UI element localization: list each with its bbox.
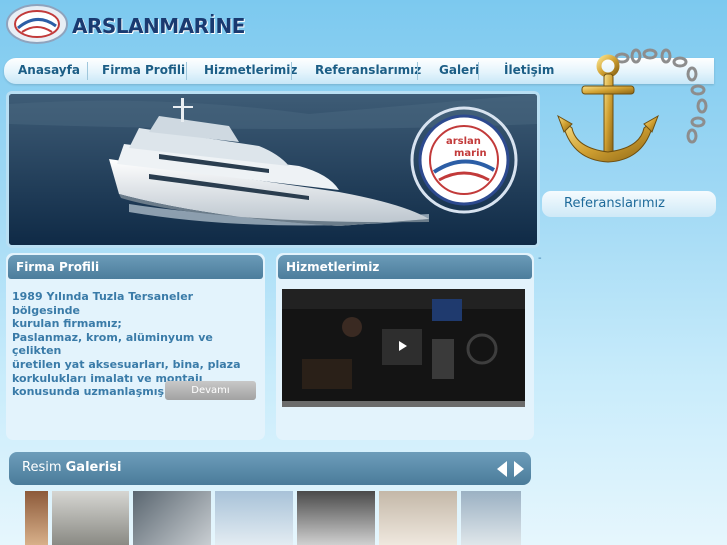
nav-item-firma-profili[interactable]: Firma Profili (102, 63, 185, 77)
hero-banner: arslan marin (6, 91, 540, 248)
hero-badge-bottom: marin (454, 148, 487, 159)
devami-button[interactable]: Devamı (165, 381, 256, 400)
gallery-thumb[interactable] (52, 491, 129, 545)
nav-item-anasayfa[interactable]: Anasayfa (18, 63, 80, 77)
gallery-thumb[interactable] (461, 491, 521, 545)
gallery-thumbnails (25, 491, 521, 545)
video-frame (282, 289, 525, 401)
nav-item-hizmetlerimiz[interactable]: Hizmetlerimiz (204, 63, 297, 77)
arrow-right-icon[interactable] (514, 461, 524, 477)
site-logo[interactable]: ARSLANMARİNE (4, 2, 245, 48)
firma-line: 1989 Yılında Tuzla Tersaneler bölgesinde (12, 290, 194, 317)
anchor-icon (557, 48, 708, 163)
gallery-thumb[interactable] (215, 491, 293, 545)
firma-panel-title: Firma Profili (8, 255, 263, 279)
gallery-title: Resim Galerisi (22, 460, 121, 475)
gallery-title-prefix: Resim (22, 460, 62, 475)
nav-item-galeri[interactable]: Galeri (439, 63, 479, 77)
hizmet-panel-title: Hizmetlerimiz (278, 255, 532, 279)
nav-item-referanslarimiz[interactable]: Referanslarımız (315, 63, 421, 77)
nav-divider (87, 62, 88, 80)
arrow-left-icon[interactable] (497, 461, 507, 477)
nav-item-iletisim[interactable]: İletişim (504, 63, 554, 77)
nav-divider (291, 62, 292, 80)
yacht-image: arslan marin (9, 94, 537, 245)
anchor-decoration (548, 48, 718, 173)
video-player[interactable] (282, 289, 525, 407)
sidebar-referanslarimiz[interactable]: Referanslarımız (542, 191, 716, 217)
nav-divider (478, 62, 479, 80)
firma-line: kurulan firmamız; (12, 317, 122, 331)
gallery-header: Resim Galerisi (9, 452, 531, 485)
gallery-thumb[interactable] (297, 491, 375, 545)
firma-line: Paslanmaz, krom, alüminyum ve çelikten (12, 330, 213, 358)
gallery-title-bold: Galerisi (65, 460, 122, 475)
gallery-thumb[interactable] (133, 491, 211, 545)
logo-emblem-icon (6, 4, 68, 44)
video-progress-bar[interactable] (282, 401, 525, 407)
hero-emblem-icon (410, 106, 518, 214)
sidebar-dash: - (538, 253, 542, 264)
hizmetlerimiz-panel: Hizmetlerimiz (276, 253, 534, 440)
brand-name: ARSLANMARİNE (72, 14, 245, 38)
gallery-thumb[interactable] (379, 491, 457, 545)
firma-profili-panel: Firma Profili 1989 Yılında Tuzla Tersane… (6, 253, 265, 440)
firma-line: üretilen yat aksesuarları, bina, plaza (12, 357, 241, 371)
nav-divider (186, 62, 187, 80)
gallery-thumb[interactable] (25, 491, 48, 545)
nav-divider (417, 62, 418, 80)
hero-badge-top: arslan (446, 136, 481, 147)
